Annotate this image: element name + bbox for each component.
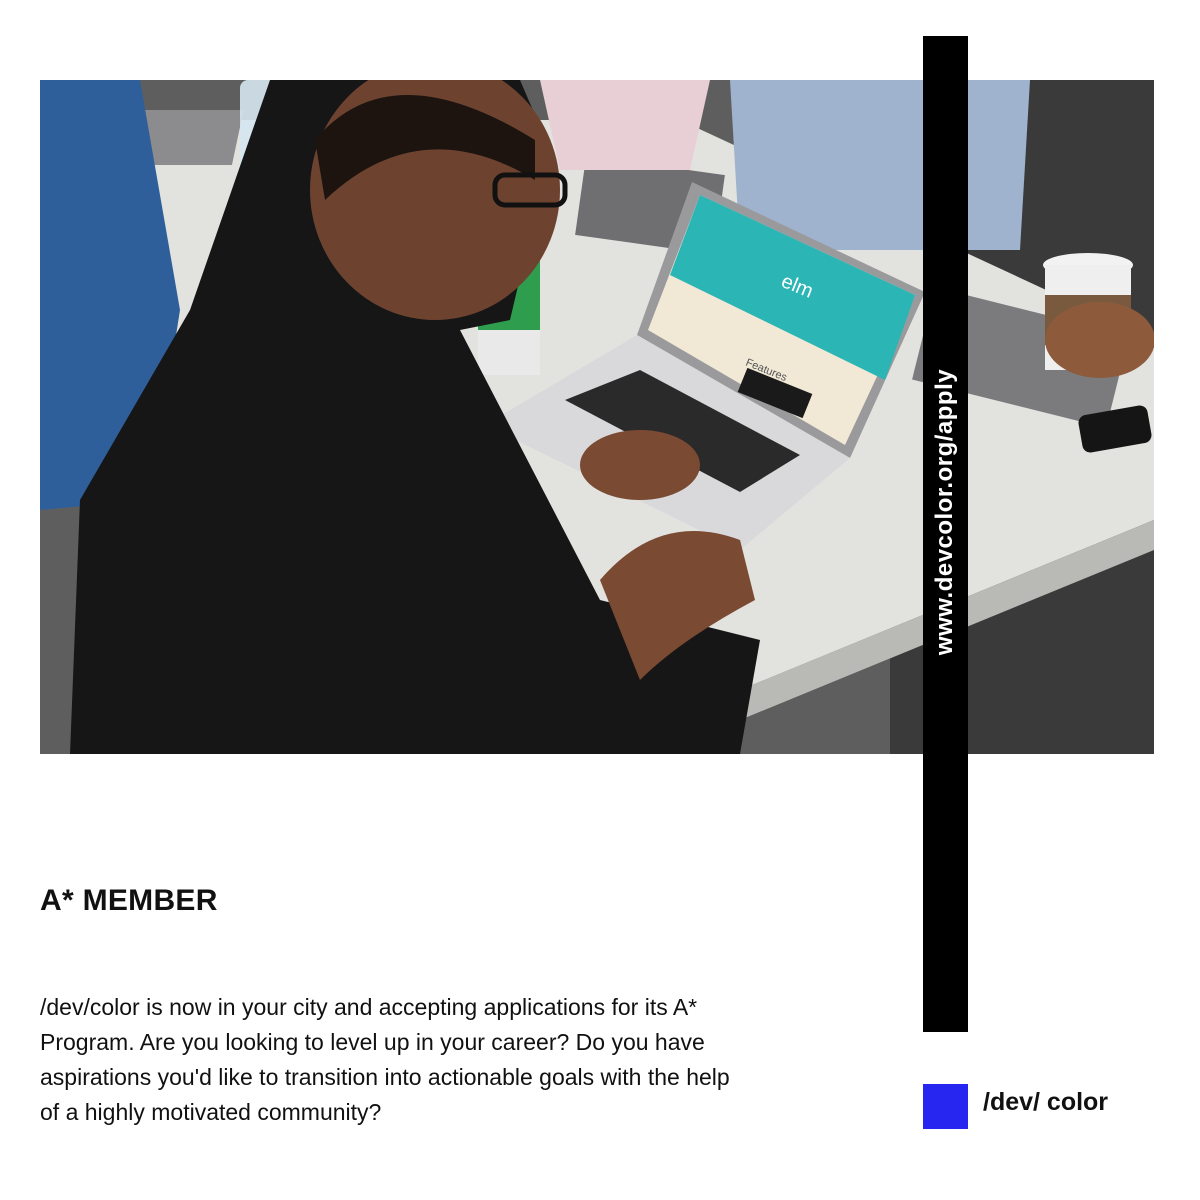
logo-square-icon bbox=[923, 1084, 968, 1129]
brand-logo-text: /dev/ color bbox=[983, 1088, 1109, 1116]
apply-url-link[interactable]: www.devcolor.org/apply bbox=[931, 369, 959, 655]
hero-photo: elm Features bbox=[40, 80, 1154, 754]
hero-photo-illustration: elm Features bbox=[40, 80, 1154, 754]
description-text: /dev/color is now in your city and accep… bbox=[40, 994, 730, 1125]
page-title: A* MEMBER bbox=[40, 884, 218, 917]
